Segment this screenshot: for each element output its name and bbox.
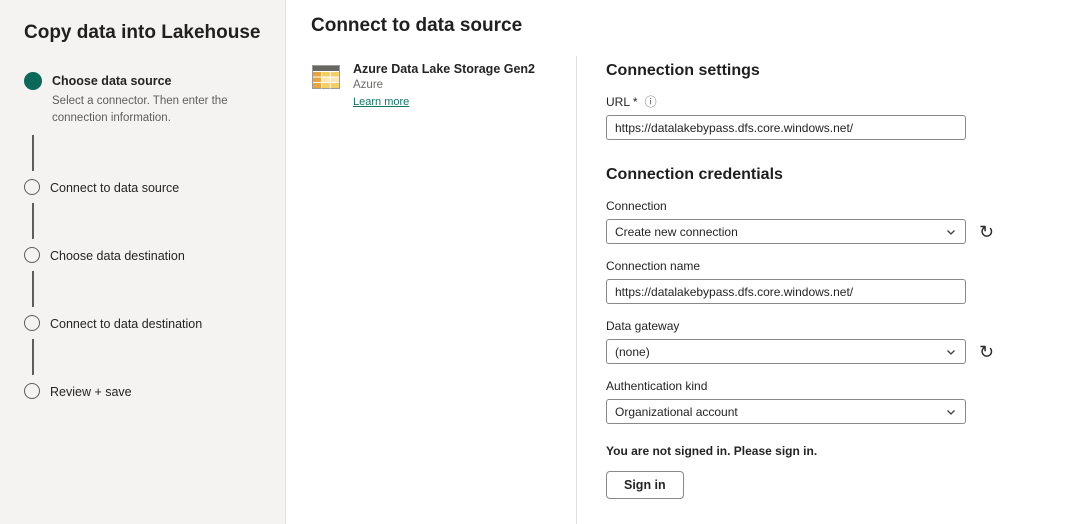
wizard-title: Copy data into Lakehouse xyxy=(24,20,263,46)
step-connect-to-data-source[interactable]: Connect to data source xyxy=(24,179,263,195)
step-connector-line xyxy=(32,271,34,307)
refresh-gateway-icon[interactable]: ↻ xyxy=(979,343,994,361)
step-label: Review + save xyxy=(50,383,132,399)
sign-in-button[interactable]: Sign in xyxy=(606,471,684,499)
connection-dropdown[interactable]: Create new connection xyxy=(606,219,966,244)
connection-settings-heading: Connection settings xyxy=(606,62,1016,80)
data-gateway-label: Data gateway xyxy=(606,319,1016,333)
step-label: Choose data source xyxy=(52,72,240,88)
data-gateway-dropdown[interactable]: (none) xyxy=(606,339,966,364)
adls-gen2-table-icon xyxy=(311,62,341,92)
authentication-kind-label: Authentication kind xyxy=(606,379,1016,393)
wizard-stepper: Choose data source Select a connector. T… xyxy=(24,72,263,398)
authentication-kind-dropdown[interactable]: Organizational account xyxy=(606,399,966,424)
chevron-down-icon xyxy=(945,346,957,358)
connection-name-input[interactable] xyxy=(606,279,966,304)
chevron-down-icon xyxy=(945,226,957,238)
connection-credentials-heading: Connection credentials xyxy=(606,166,1016,184)
refresh-connection-icon[interactable]: ↻ xyxy=(979,223,994,241)
step-choose-data-source[interactable]: Choose data source Select a connector. T… xyxy=(24,72,263,126)
url-input[interactable] xyxy=(606,115,966,140)
vertical-divider xyxy=(576,56,577,524)
step-circle-icon xyxy=(24,179,40,195)
signin-message: You are not signed in. Please sign in. xyxy=(606,444,1016,458)
step-review-save[interactable]: Review + save xyxy=(24,383,263,399)
step-connector-line xyxy=(32,339,34,375)
learn-more-link[interactable]: Learn more xyxy=(353,96,409,108)
step-circle-icon xyxy=(24,383,40,399)
url-label: URL * xyxy=(606,95,638,109)
step-label: Connect to data source xyxy=(50,179,179,195)
step-connector-line xyxy=(32,135,34,171)
connector-name: Azure Data Lake Storage Gen2 xyxy=(353,62,535,76)
step-label: Choose data destination xyxy=(50,247,185,263)
step-connect-to-data-destination[interactable]: Connect to data destination xyxy=(24,315,263,331)
connection-name-label: Connection name xyxy=(606,259,1016,273)
connector-card-adls-gen2[interactable]: Azure Data Lake Storage Gen2 Azure Learn… xyxy=(311,62,535,110)
connection-panel: Connection settings URL * ⓘ Connection c… xyxy=(606,62,1016,499)
connection-label: Connection xyxy=(606,199,1016,213)
step-connector-line xyxy=(32,203,34,239)
connection-dropdown-value: Create new connection xyxy=(615,225,738,239)
page-title: Connect to data source xyxy=(311,15,522,37)
data-gateway-dropdown-value: (none) xyxy=(615,345,650,359)
step-circle-filled-icon xyxy=(24,72,42,90)
step-choose-data-destination[interactable]: Choose data destination xyxy=(24,247,263,263)
authentication-kind-dropdown-value: Organizational account xyxy=(615,405,738,419)
connector-category: Azure xyxy=(353,79,535,91)
step-circle-icon xyxy=(24,247,40,263)
step-circle-icon xyxy=(24,315,40,331)
step-description: Select a connector. Then enter the conne… xyxy=(52,93,240,126)
step-label: Connect to data destination xyxy=(50,315,202,331)
url-field-label-row: URL * ⓘ xyxy=(606,95,1016,109)
chevron-down-icon xyxy=(945,406,957,418)
wizard-sidebar: Copy data into Lakehouse Choose data sou… xyxy=(0,0,286,524)
info-icon[interactable]: ⓘ xyxy=(645,96,657,108)
main-content: Connect to data source Azure Data Lake S… xyxy=(287,0,1078,524)
